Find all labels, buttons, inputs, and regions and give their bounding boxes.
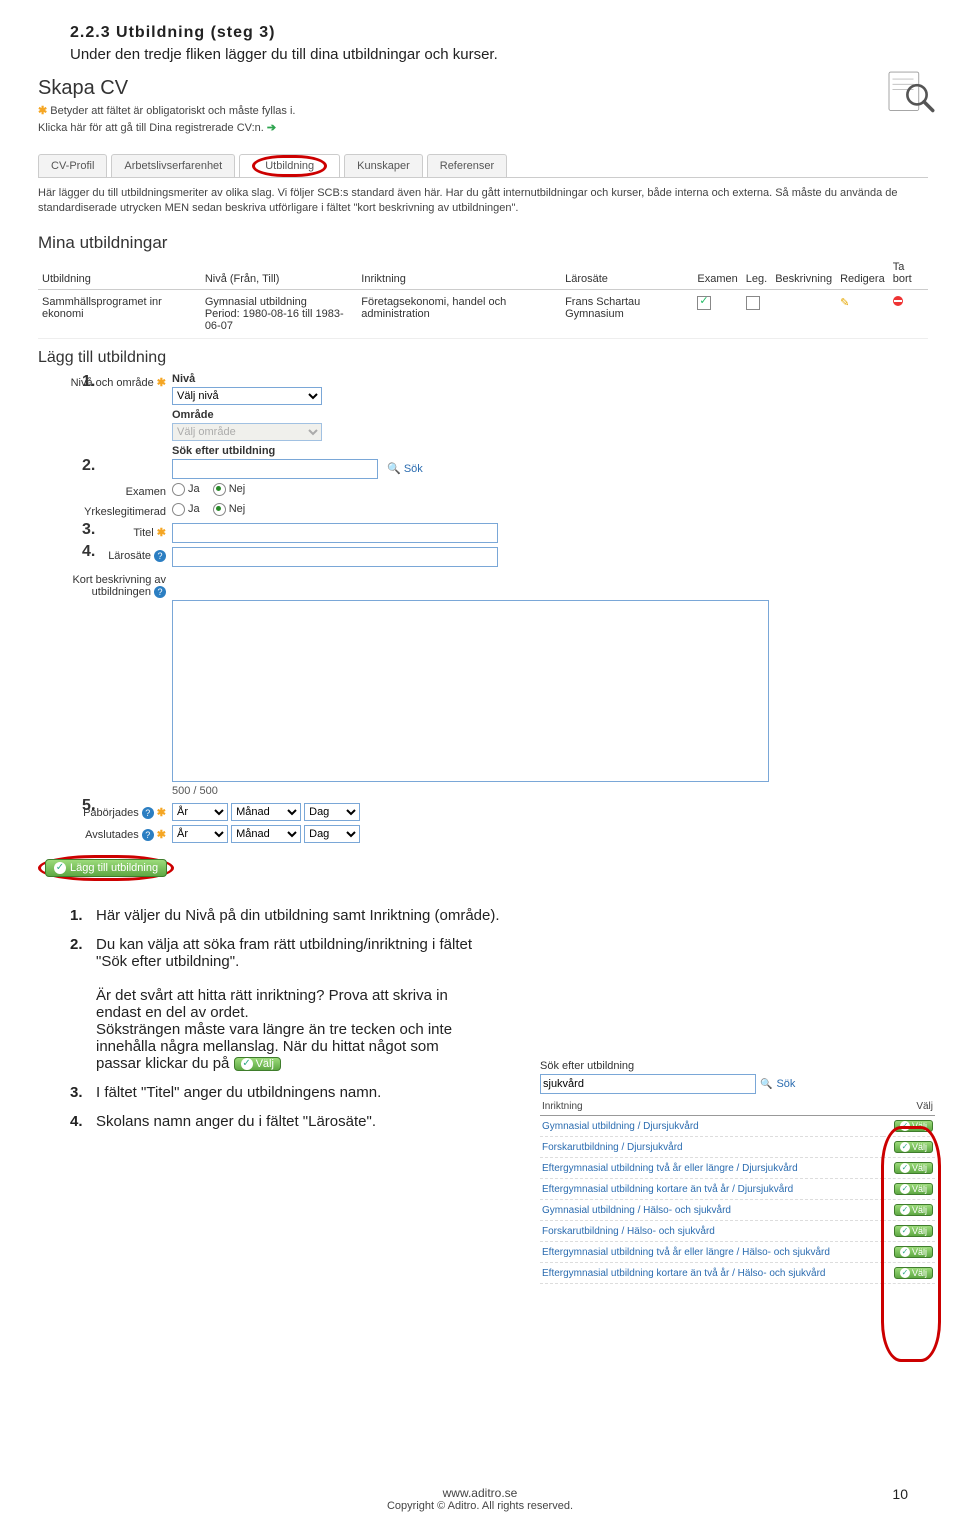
sok-utbildning-input[interactable] xyxy=(172,459,378,479)
avslut-ar[interactable]: År xyxy=(172,825,228,843)
beskrivning-textarea[interactable] xyxy=(172,600,769,782)
tab-utbildning[interactable]: Utbildning xyxy=(239,154,340,177)
edit-icon[interactable]: ✎ xyxy=(840,297,849,309)
sok-results-panel: Sök efter utbildning 🔍 Sök InriktningVäl… xyxy=(540,1060,935,1284)
step-num-2: 2. xyxy=(70,936,96,1072)
page-title: Skapa CV xyxy=(38,71,928,102)
info-icon[interactable]: ? xyxy=(154,586,166,598)
valj-button-inline[interactable]: ✓Välj xyxy=(234,1057,281,1071)
char-counter: 500 / 500 xyxy=(172,782,928,797)
examen-ja[interactable]: Ja xyxy=(172,483,200,496)
list-item: Eftergymnasial utbildning kortare än två… xyxy=(540,1179,935,1200)
col-inriktning: Inriktning xyxy=(357,257,561,290)
sok-utbildning-label: Sök efter utbildning xyxy=(172,441,423,459)
examen-check xyxy=(697,296,711,310)
tab-description: Här lägger du till utbildningsmeriter av… xyxy=(38,177,928,229)
sok-panel-title: Sök efter utbildning xyxy=(540,1060,935,1074)
sok-panel-input[interactable] xyxy=(540,1074,756,1094)
yrkleg-ja[interactable]: Ja xyxy=(172,503,200,516)
list-item: Forskarutbildning / Djursjukvård✓Välj xyxy=(540,1137,935,1158)
larosate-input[interactable] xyxy=(172,547,498,567)
omrade-select[interactable]: Välj område xyxy=(172,423,322,441)
valj-column-highlight xyxy=(881,1126,941,1362)
tab-bar: CV-Profil Arbetslivserfarenhet Utbildnin… xyxy=(38,154,928,177)
avslut-dag[interactable]: Dag xyxy=(304,825,360,843)
col-redigera: Redigera xyxy=(836,257,889,290)
col-valj: Välj xyxy=(883,1098,935,1116)
info-icon[interactable]: ? xyxy=(142,807,154,819)
niva-select[interactable]: Välj nivå xyxy=(172,387,322,405)
callout-5: 5. xyxy=(82,797,95,815)
search-icon[interactable]: 🔍 xyxy=(387,462,401,475)
step-num-1: 1. xyxy=(70,907,96,924)
col-tabort: Ta bort xyxy=(889,257,928,290)
examen-nej[interactable]: Nej xyxy=(213,483,246,496)
callout-2: 2. xyxy=(82,457,95,475)
paborj-man[interactable]: Månad xyxy=(231,803,301,821)
yrkleg-nej[interactable]: Nej xyxy=(213,503,246,516)
step-text-2: Du kan välja att söka fram rätt utbildni… xyxy=(96,936,476,1072)
tab-kunskaper[interactable]: Kunskaper xyxy=(344,154,423,177)
tab-arbetsliv[interactable]: Arbetslivserfarenhet xyxy=(111,154,235,177)
col-leg: Leg. xyxy=(742,257,771,290)
delete-icon[interactable] xyxy=(893,296,903,306)
search-icon[interactable]: 🔍 xyxy=(760,1079,772,1090)
callout-4: 4. xyxy=(82,543,95,561)
registered-cv-link[interactable]: Klicka här för att gå till Dina registre… xyxy=(38,119,928,136)
col-beskrivning: Beskrivning xyxy=(771,257,836,290)
col-niva: Nivå (Från, Till) xyxy=(201,257,357,290)
paborj-ar[interactable]: År xyxy=(172,803,228,821)
page-number: 10 xyxy=(892,1486,908,1502)
step-text-1: Här väljer du Nivå på din utbildning sam… xyxy=(96,907,890,924)
mandatory-hint: ✱ Betyder att fältet är obligatoriskt oc… xyxy=(38,102,928,119)
callout-1: 1. xyxy=(82,373,95,391)
table-row: Sammhällsprogramet inr ekonomi Gymnasial… xyxy=(38,289,928,338)
niva-label: Nivå xyxy=(172,373,423,387)
list-item: Eftergymnasial utbildning två år eller l… xyxy=(540,1242,935,1263)
col-examen: Examen xyxy=(693,257,741,290)
sok-link[interactable]: Sök xyxy=(404,463,423,475)
leg-check xyxy=(746,296,760,310)
info-icon[interactable]: ? xyxy=(142,829,154,841)
step-num-3: 3. xyxy=(70,1084,96,1101)
list-item: Forskarutbildning / Hälso- och sjukvård✓… xyxy=(540,1221,935,1242)
omrade-label: Område xyxy=(172,405,423,423)
col-inriktning: Inriktning xyxy=(540,1098,883,1116)
list-item: Eftergymnasial utbildning kortare än två… xyxy=(540,1263,935,1284)
titel-input[interactable] xyxy=(172,523,498,543)
tab-cvprofil[interactable]: CV-Profil xyxy=(38,154,107,177)
add-education-title: Lägg till utbildning xyxy=(38,339,928,371)
avslut-man[interactable]: Månad xyxy=(231,825,301,843)
col-larosate: Lärosäte xyxy=(561,257,693,290)
section-heading: 2.2.3 Utbildning (steg 3) xyxy=(70,24,890,42)
add-education-button[interactable]: ✓ Lägg till utbildning xyxy=(45,859,167,877)
info-icon[interactable]: ? xyxy=(154,550,166,562)
arrow-icon: ➔ xyxy=(267,121,276,134)
list-item: Gymnasial utbildning / Hälso- och sjukvå… xyxy=(540,1200,935,1221)
list-item: Gymnasial utbildning / Djursjukvård✓Välj xyxy=(540,1116,935,1137)
tab-referenser[interactable]: Referenser xyxy=(427,154,507,177)
callout-3: 3. xyxy=(82,521,95,539)
educations-table: Utbildning Nivå (Från, Till) Inriktning … xyxy=(38,257,928,339)
my-educations-title: Mina utbildningar xyxy=(38,229,928,257)
paborj-dag[interactable]: Dag xyxy=(304,803,360,821)
sok-panel-button[interactable]: Sök xyxy=(776,1078,795,1090)
add-education-highlight: ✓ Lägg till utbildning xyxy=(38,855,174,881)
page-footer: www.aditro.se Copyright © Aditro. All ri… xyxy=(0,1486,960,1512)
plus-icon: ✓ xyxy=(54,862,66,874)
section-subtitle: Under den tredje fliken lägger du till d… xyxy=(70,42,890,63)
step-num-4: 4. xyxy=(70,1113,96,1130)
magnifier-icon xyxy=(882,65,938,124)
list-item: Eftergymnasial utbildning två år eller l… xyxy=(540,1158,935,1179)
col-utbildning: Utbildning xyxy=(38,257,201,290)
